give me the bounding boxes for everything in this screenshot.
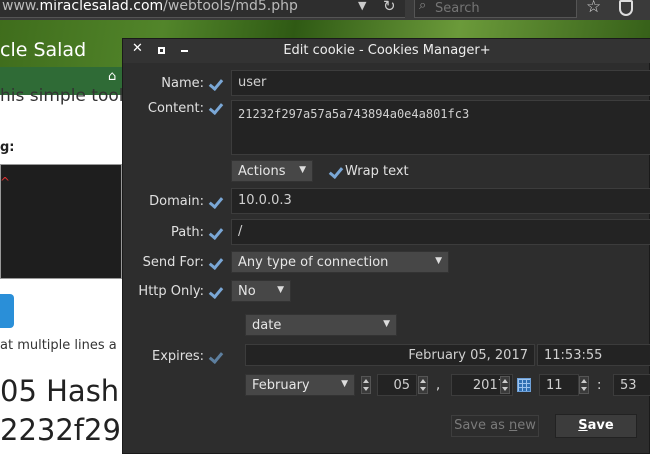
search-input[interactable]	[435, 0, 570, 16]
content-textarea[interactable]: 21232f297a57a5a743894a0e4a801fc3	[231, 100, 650, 155]
expires-label: Expires:	[152, 349, 204, 364]
chevron-down-icon: ▼	[299, 165, 306, 175]
url-text[interactable]: www.miraclesalad.com/webtools/md5.php	[2, 0, 298, 14]
day-spinner-icon[interactable]	[361, 376, 371, 394]
domain-label: Domain:	[149, 194, 204, 209]
search-icon: ⌕	[419, 0, 427, 13]
hour-field[interactable]: 11	[539, 374, 579, 396]
url-history-dropdown-icon[interactable]: ▼	[358, 0, 366, 12]
http-only-label: Http Only:	[138, 284, 204, 299]
http-only-value: No	[238, 284, 256, 299]
path-checkbox-icon[interactable]	[209, 227, 222, 240]
day-right-spinner-icon[interactable]	[418, 376, 428, 394]
domain-field[interactable]: 10.0.0.3	[231, 188, 650, 214]
dialog-titlebar: ✕ Edit cookie - Cookies Manager+	[123, 39, 650, 63]
send-for-value: Any type of connection	[238, 255, 389, 270]
shield-icon[interactable]	[619, 0, 633, 16]
edit-cookie-dialog: ✕ Edit cookie - Cookies Manager+ Name: u…	[122, 38, 650, 454]
http-only-dropdown[interactable]: No ▼	[231, 280, 291, 302]
submit-button[interactable]	[0, 294, 14, 328]
minute-field[interactable]: 53	[613, 374, 650, 396]
name-checkbox-icon[interactable]	[209, 78, 222, 91]
save-as-new-button[interactable]: Save as new	[451, 415, 539, 437]
day-field[interactable]: 05	[377, 374, 417, 396]
chevron-down-icon: ▼	[435, 256, 442, 266]
calendar-icon[interactable]	[517, 378, 531, 392]
expires-time-display: 11:53:55	[537, 344, 650, 366]
content-checkbox-icon[interactable]	[209, 102, 222, 115]
year-spinner-icon[interactable]	[500, 376, 510, 394]
actions-label: Actions	[238, 164, 286, 179]
wrap-text-checkbox-icon[interactable]	[329, 166, 342, 179]
expires-type-value: date	[252, 318, 282, 333]
caret-mark: ^	[0, 175, 11, 189]
expires-date-display: February 05, 2017	[245, 344, 535, 366]
save-button[interactable]: Save	[555, 414, 637, 438]
chevron-down-icon: ▼	[383, 319, 390, 329]
chevron-down-icon: ▼	[341, 379, 348, 389]
send-for-checkbox-icon[interactable]	[209, 257, 222, 270]
hour-spinner-icon[interactable]	[579, 376, 589, 394]
send-for-dropdown[interactable]: Any type of connection ▼	[231, 251, 449, 273]
hash-heading: 05 Hash:	[0, 374, 129, 408]
domain-checkbox-icon[interactable]	[209, 196, 222, 209]
actions-dropdown[interactable]: Actions ▼	[231, 160, 313, 182]
http-only-checkbox-icon[interactable]	[209, 286, 222, 299]
wrap-text-label[interactable]: Wrap text	[345, 164, 409, 179]
input-label: g:	[0, 140, 15, 155]
path-label: Path:	[171, 225, 204, 240]
month-value: February	[252, 378, 310, 393]
name-label: Name:	[161, 76, 204, 91]
expires-checkbox-icon[interactable]	[209, 351, 222, 364]
browser-toolbar: www.miraclesalad.com/webtools/md5.php ▼ …	[0, 0, 650, 20]
name-field[interactable]: user	[231, 70, 650, 96]
dialog-title: Edit cookie - Cookies Manager+	[283, 43, 491, 58]
path-field[interactable]: /	[231, 219, 650, 245]
send-for-label: Send For:	[142, 255, 204, 270]
url-bar[interactable]: www.miraclesalad.com/webtools/md5.php ▼ …	[0, 0, 405, 18]
site-title[interactable]: cle Salad	[0, 39, 86, 61]
bookmark-star-icon[interactable]: ☆	[586, 0, 601, 17]
date-comma: ,	[436, 378, 441, 393]
chevron-down-icon: ▼	[277, 285, 284, 295]
expires-type-dropdown[interactable]: date ▼	[245, 314, 397, 336]
reload-icon[interactable]: ↻	[383, 0, 396, 15]
month-dropdown[interactable]: February ▼	[245, 374, 355, 396]
search-bar[interactable]: ⌕	[414, 0, 577, 18]
time-colon: :	[597, 378, 602, 393]
content-label: Content:	[147, 101, 204, 116]
